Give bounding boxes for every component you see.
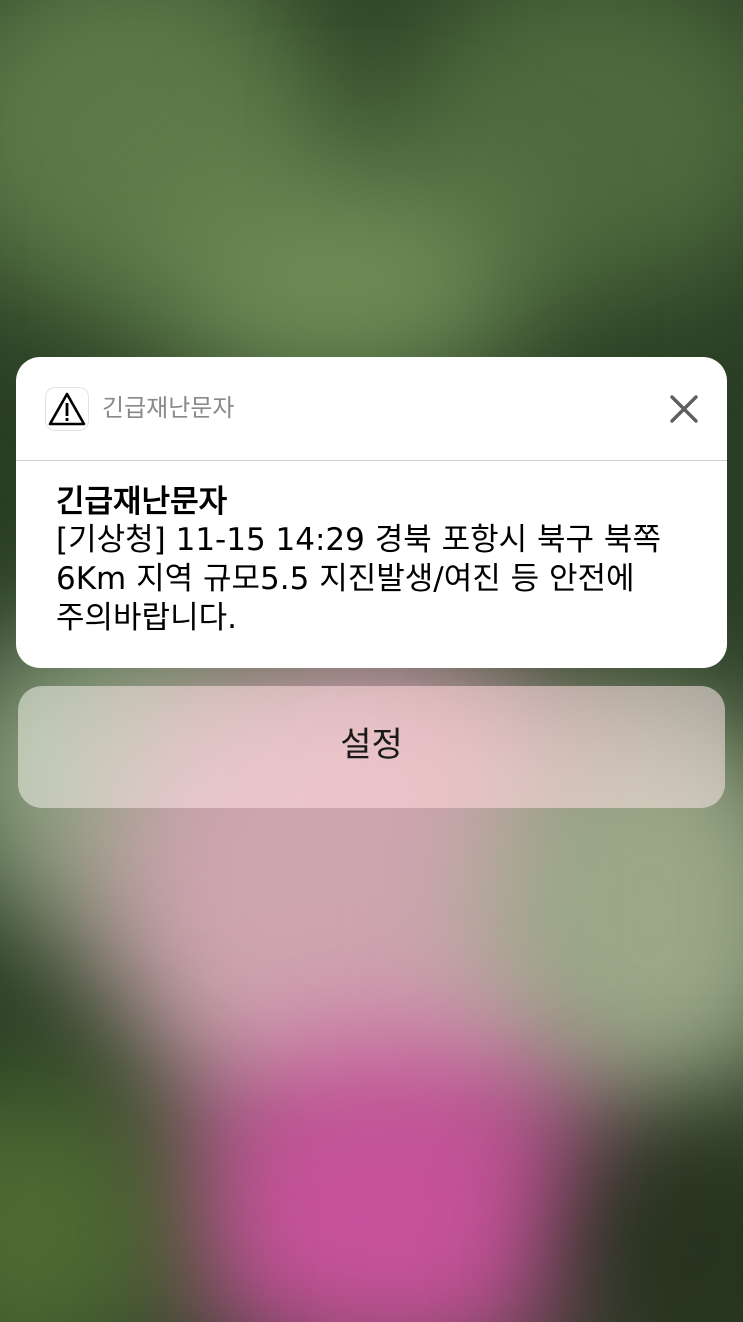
app-name: 긴급재난문자 — [102, 394, 235, 422]
notification-body-line: [기상청] 11-15 14:29 경북 포항시 북구 북쪽 — [56, 522, 661, 558]
header-divider — [16, 460, 727, 461]
close-icon[interactable] — [664, 389, 704, 429]
notification-body-line: 6Km 지역 규모5.5 지진발생/여진 등 안전에 — [56, 561, 635, 597]
notification-title: 긴급재난문자 — [56, 484, 228, 520]
notification-header: 긴급재난문자 — [16, 357, 727, 460]
emergency-alert-notification[interactable]: 긴급재난문자 긴급재난문자 [기상청] 11-15 14:29 경북 포항시 북… — [16, 357, 727, 668]
settings-button-label: 설정 — [340, 725, 403, 765]
notification-body-line: 주의바랍니다. — [56, 600, 237, 636]
warning-triangle-icon — [46, 388, 88, 430]
settings-button[interactable]: 설정 — [18, 686, 725, 808]
notification-body: [기상청] 11-15 14:29 경북 포항시 북구 북쪽 6Km 지역 규모… — [56, 521, 696, 638]
